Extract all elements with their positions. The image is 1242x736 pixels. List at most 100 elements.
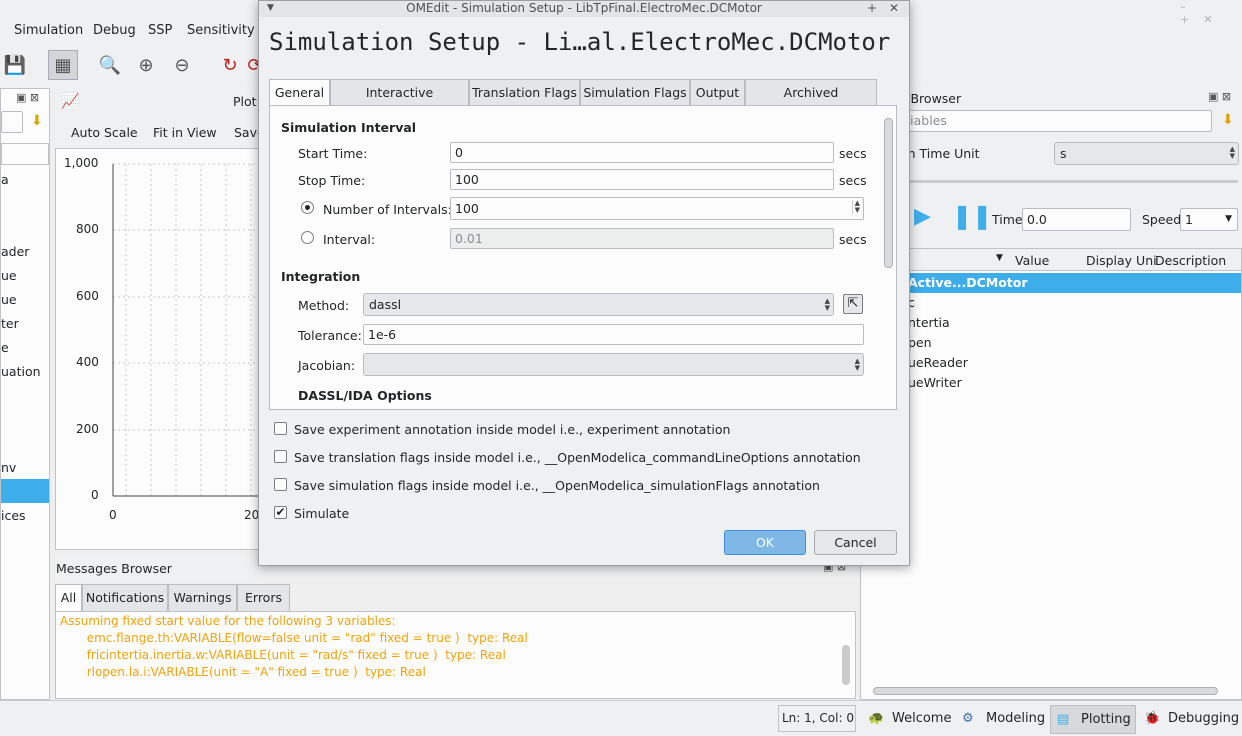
save-icon[interactable]: 💾 (0, 50, 30, 80)
speed-label: Speed: (1142, 212, 1186, 227)
plot-tab-label[interactable]: Plot (233, 94, 257, 109)
table-row-selected[interactable]: Active...DCMotor (861, 273, 1241, 293)
list-item[interactable]: ter (1, 316, 19, 331)
tab-translation-flags[interactable]: Translation Flags (469, 79, 580, 106)
list-item[interactable]: e (1, 340, 9, 355)
speed-select[interactable]: 1 ▼ (1180, 208, 1238, 231)
dialog-pin-icon[interactable]: + (867, 1, 877, 15)
tab-interactive-simulation[interactable]: Interactive Simulation (330, 79, 469, 126)
zoom-icon[interactable]: 🔍 (95, 50, 125, 80)
tab-output[interactable]: Output (690, 79, 745, 106)
method-info-icon[interactable]: ⇱ (843, 294, 863, 314)
menu-debug[interactable]: Debug (93, 23, 136, 38)
tab-simulation-flags[interactable]: Simulation Flags (580, 79, 690, 106)
window-controls[interactable]: –+✕ (1180, 0, 1240, 26)
chevron-down-icon: ▼ (1225, 214, 1232, 224)
tab-warnings[interactable]: Warnings (168, 584, 237, 611)
time-unit-select[interactable]: s ▲ ▼ (1054, 142, 1239, 165)
list-item[interactable]: uation (1, 364, 41, 379)
menu-ssp[interactable]: SSP (148, 23, 172, 38)
zoom-out-icon[interactable]: ⊖ (167, 50, 197, 80)
save-simulation-flags-checkbox[interactable] (274, 478, 287, 491)
save-translation-flags-checkbox[interactable] (274, 450, 287, 463)
variables-filter-input[interactable]: riables (900, 110, 1212, 132)
messages-scrollbar[interactable] (842, 645, 850, 685)
modeling-perspective-button[interactable]: ⚙ Modeling (956, 705, 1048, 734)
variables-browser-header: s Browser ▣ ⊠ riables ⬇ on Time Unit s ▲ ▼… (860, 88, 1242, 248)
list-item-selected[interactable] (1, 479, 49, 503)
column-header[interactable]: Value (1015, 253, 1049, 268)
interval-radio[interactable] (301, 231, 314, 244)
variables-table-header: s ▼ Value Display Uni Description (861, 249, 1241, 271)
list-item[interactable]: nv (1, 460, 16, 475)
welcome-icon: 🐢 (868, 711, 885, 726)
x-tick-label: 0 (109, 508, 117, 522)
library-filter[interactable] (1, 111, 23, 133)
tab-all[interactable]: All (55, 584, 82, 612)
filter-arrow-icon[interactable]: ⬇ (31, 113, 43, 129)
column-header[interactable]: Display Uni (1086, 253, 1157, 268)
plotting-perspective-button[interactable]: ▤ Plotting (1050, 705, 1136, 734)
spin-arrows-icon: ▲ ▼ (854, 357, 860, 372)
save-experiment-label: Save experiment annotation inside model … (294, 422, 731, 437)
tab-notifications[interactable]: Notifications (82, 584, 168, 611)
messages-title: Messages Browser (56, 561, 172, 576)
tab-pane-scrollbar[interactable] (884, 118, 893, 268)
list-item[interactable]: ices (1, 508, 26, 523)
table-row[interactable]: pen (908, 335, 932, 350)
spin-arrows-icon[interactable]: ▲ ▼ (851, 200, 860, 214)
variables-dock-icon[interactable]: ▣ ⊠ (1208, 90, 1231, 103)
tab-general[interactable]: General (269, 79, 330, 107)
tolerance-label: Tolerance: (298, 328, 362, 343)
interval-input[interactable]: 0.01 (450, 228, 834, 249)
welcome-label: Welcome (892, 711, 952, 726)
spin-arrows-icon: ▲ ▼ (1229, 145, 1235, 160)
number-of-intervals-radio[interactable] (301, 201, 314, 214)
table-row[interactable]: ueWriter (908, 375, 962, 390)
plotting-label: Plotting (1081, 712, 1131, 727)
debugging-perspective-button[interactable]: 🐞 Debugging (1138, 705, 1240, 734)
zoom-in-icon[interactable]: ⊕ (131, 50, 161, 80)
start-time-input[interactable]: 0 (450, 142, 834, 163)
dialog-close-icon[interactable]: ✕ (889, 1, 899, 15)
section-simulation-interval: Simulation Interval (281, 120, 417, 135)
debugging-label: Debugging (1168, 711, 1240, 726)
dialog-menu-icon[interactable]: ▼ (267, 1, 274, 15)
pane-float-icon[interactable]: ▣ ⊠ (16, 91, 39, 104)
cancel-button[interactable]: Cancel (814, 530, 897, 555)
time-unit-label: on Time Unit (900, 146, 980, 161)
tab-errors[interactable]: Errors (237, 584, 290, 611)
cursor-position: Ln: 1, Col: 0 (778, 705, 856, 732)
pause-icon[interactable]: ❚❚ (952, 202, 992, 230)
stop-time-input[interactable]: 100 (450, 169, 834, 190)
grid-icon[interactable]: ▦ (48, 50, 78, 80)
list-item[interactable]: ue (1, 292, 17, 307)
ok-button[interactable]: OK (724, 530, 806, 555)
jacobian-select[interactable]: ▲ ▼ (363, 353, 864, 376)
library-search[interactable] (1, 143, 49, 165)
column-header[interactable]: Description (1155, 253, 1226, 268)
tolerance-input[interactable]: 1e-6 (363, 324, 864, 345)
method-select[interactable]: dassl ▲ ▼ (363, 293, 834, 316)
list-item[interactable]: a (1, 172, 9, 187)
message-line: fricintertia.inertia.w:VARIABLE(unit = "… (60, 648, 506, 662)
number-of-intervals-spinbox[interactable]: 100 ▲ ▼ (450, 197, 864, 220)
play-icon[interactable]: ▶ (914, 204, 931, 229)
menu-simulation[interactable]: Simulation (14, 23, 83, 38)
jacobian-label: Jacobian: (298, 358, 356, 373)
menu-sensitivity[interactable]: Sensitivity O (187, 23, 269, 38)
progress-bar (900, 180, 1238, 183)
simulate-checkbox[interactable]: ✔ (274, 506, 287, 519)
list-item[interactable]: ader (1, 244, 29, 259)
time-input[interactable]: 0.0 (1022, 208, 1131, 231)
auto-scale-button[interactable]: Auto Scale (71, 125, 138, 140)
save-experiment-checkbox[interactable] (274, 422, 287, 435)
table-row[interactable]: ueReader (908, 355, 968, 370)
welcome-perspective-button[interactable]: 🐢 Welcome (862, 705, 954, 734)
filter-arrow-icon[interactable]: ⬇ (1222, 112, 1234, 128)
horizontal-scrollbar[interactable] (873, 687, 1218, 695)
table-row[interactable]: ntertia (908, 315, 950, 330)
fit-in-view-button[interactable]: Fit in View (153, 125, 217, 140)
tab-archived-simulations[interactable]: Archived Simulations (745, 79, 877, 126)
list-item[interactable]: ue (1, 268, 17, 283)
